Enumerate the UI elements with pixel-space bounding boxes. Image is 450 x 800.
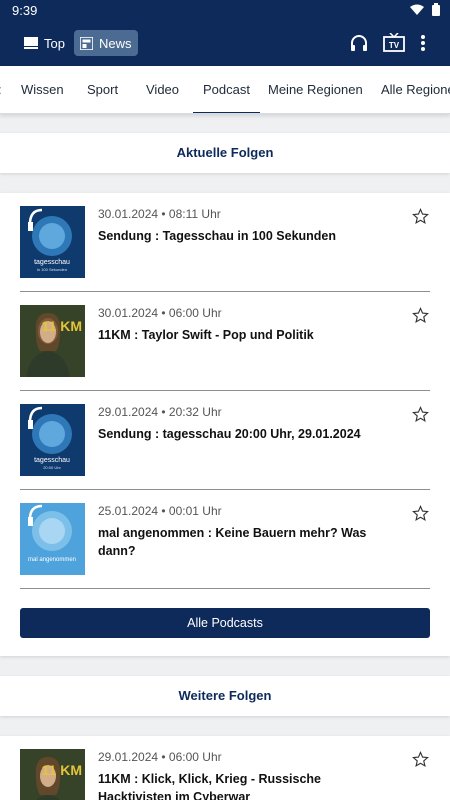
thumb-text: tagesschau [34,457,70,464]
news-button[interactable]: News [74,30,138,56]
list-item[interactable]: tagesschau 20:00 Uhr 29.01.2024 • 20:32 … [20,391,430,490]
tab-sport[interactable]: Sport [87,66,118,113]
top-label: Top [44,35,65,51]
episode-thumbnail: 11 KM [20,305,85,377]
thumb-sub: in 100 Sekunden [37,267,67,272]
tab-podcast[interactable]: Podcast [193,66,260,113]
thumb-text: 11 KM [42,762,82,778]
more-vert-icon[interactable] [420,33,426,53]
episode-list: tagesschau in 100 Sekunden 30.01.2024 • … [0,193,450,656]
more-episode-list: 11 KM 29.01.2024 • 06:00 Uhr 11KM : Klic… [0,736,450,800]
tab-video[interactable]: Video [146,66,179,113]
section-weitere-folgen: Weitere Folgen [0,676,450,716]
list-item[interactable]: tagesschau in 100 Sekunden 30.01.2024 • … [20,193,430,292]
list-item[interactable]: 11 KM 30.01.2024 • 06:00 Uhr 11KM : Tayl… [20,292,430,391]
all-podcasts-button[interactable]: Alle Podcasts [20,608,430,638]
svg-text:TV: TV [389,41,400,50]
star-icon[interactable] [412,751,429,768]
thumb-sub: 20:00 Uhr [43,465,61,470]
episode-title: Sendung : tagesschau 20:00 Uhr, 29.01.20… [98,427,361,441]
tab-meine-regionen[interactable]: Meine Regionen [268,66,363,113]
section-title-weitere: Weitere Folgen [178,688,272,703]
section-aktuelle-folgen: Aktuelle Folgen [0,133,450,173]
category-tabs: : Wissen Sport Video Podcast Meine Regio… [0,66,450,114]
wifi-icon [410,4,424,15]
tv-icon[interactable]: TV [383,33,405,53]
episode-date: 25.01.2024 • 00:01 Uhr [98,504,222,518]
episode-title: Sendung : Tagesschau in 100 Sekunden [98,229,337,243]
episode-title: mal angenommen : Keine Bauern mehr? Was … [98,526,367,558]
news-icon [80,36,93,50]
top-icon [24,37,38,49]
episode-date: 30.01.2024 • 08:11 Uhr [98,207,221,221]
star-icon[interactable] [412,505,429,522]
tab-alle-regionen[interactable]: Alle Regionen [381,66,450,113]
tab-wissen[interactable]: Wissen [21,66,64,113]
star-icon[interactable] [412,208,429,225]
headphones-icon[interactable] [349,33,369,53]
battery-icon [432,3,440,16]
episode-date: 29.01.2024 • 06:00 Uhr [98,750,222,764]
app-bar: Top News TV [0,22,450,66]
thumb-text: 11 KM [42,318,82,334]
list-item[interactable]: mal angenommen 25.01.2024 • 00:01 Uhr ma… [20,490,430,589]
tab-overflow-left: : [0,66,2,113]
star-icon[interactable] [412,406,429,423]
episode-title: 11KM : Klick, Klick, Krieg - Russische H… [98,772,321,800]
news-label: News [99,35,132,51]
section-title-aktuelle: Aktuelle Folgen [176,145,274,160]
episode-date: 30.01.2024 • 06:00 Uhr [98,306,222,320]
star-icon[interactable] [412,307,429,324]
episode-thumbnail: 11 KM [20,749,85,800]
episode-thumbnail: tagesschau 20:00 Uhr [20,404,85,476]
thumb-text: mal angenommen [28,557,76,563]
episode-title: 11KM : Taylor Swift - Pop und Politik [98,328,314,342]
thumb-text: tagesschau [34,259,70,266]
status-time: 9:39 [12,3,38,18]
episode-date: 29.01.2024 • 20:32 Uhr [98,405,222,419]
list-item[interactable]: 11 KM 29.01.2024 • 06:00 Uhr 11KM : Klic… [20,736,430,800]
episode-thumbnail: mal angenommen [20,503,85,575]
episode-thumbnail: tagesschau in 100 Sekunden [20,206,85,278]
top-button[interactable]: Top [18,30,71,56]
status-bar: 9:39 [0,0,450,22]
